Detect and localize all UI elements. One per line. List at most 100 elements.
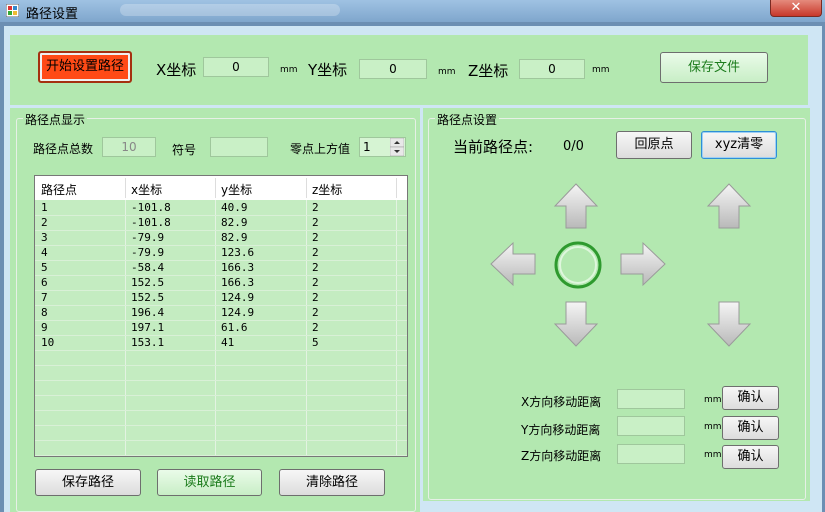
col-header-x[interactable]: x坐标 bbox=[131, 181, 162, 198]
x-coord-label: X坐标 bbox=[156, 61, 197, 79]
y-confirm-button[interactable]: 确认 bbox=[722, 416, 779, 440]
current-point-label: 当前路径点: bbox=[453, 138, 534, 156]
home-circle-icon[interactable] bbox=[553, 240, 603, 290]
table-row[interactable]: 1 -101.8 40.9 2 bbox=[35, 200, 407, 216]
x-move-unit: mm bbox=[704, 395, 722, 405]
table-cell: 82.9 bbox=[221, 216, 248, 229]
x-move-label: X方向移动距离 bbox=[521, 395, 602, 409]
table-cell: 166.3 bbox=[221, 276, 255, 289]
table-cell: 2 bbox=[312, 321, 319, 334]
table-row[interactable]: 7 152.5 124.9 2 bbox=[35, 290, 407, 306]
save-file-button[interactable]: 保存文件 bbox=[660, 52, 768, 83]
table-cell: 3 bbox=[41, 231, 48, 244]
table-cell: 40.9 bbox=[221, 201, 248, 214]
table-row[interactable] bbox=[35, 380, 407, 396]
x-confirm-button[interactable]: 确认 bbox=[722, 386, 779, 410]
table-row[interactable]: 9 197.1 61.6 2 bbox=[35, 320, 407, 336]
table-row[interactable]: 10 153.1 41 5 bbox=[35, 335, 407, 351]
title-blur bbox=[120, 4, 340, 16]
table-row[interactable] bbox=[35, 425, 407, 441]
table-row[interactable] bbox=[35, 365, 407, 381]
col-divider bbox=[306, 178, 307, 198]
path-display-title: 路径点显示 bbox=[23, 111, 88, 128]
table-cell: 4 bbox=[41, 246, 48, 259]
y-unit: mm bbox=[438, 67, 456, 77]
table-cell: 2 bbox=[41, 216, 48, 229]
arrow-left-icon[interactable] bbox=[489, 241, 537, 287]
table-row[interactable] bbox=[35, 395, 407, 411]
table-cell: 82.9 bbox=[221, 231, 248, 244]
table-cell: -79.9 bbox=[131, 246, 165, 259]
path-set-title: 路径点设置 bbox=[435, 111, 500, 128]
table-row[interactable]: 5 -58.4 166.3 2 bbox=[35, 260, 407, 276]
y-coord-field[interactable]: 0 bbox=[359, 59, 427, 79]
table-cell: 123.6 bbox=[221, 246, 255, 259]
top-panel: 开始设置路径 X坐标 0 mm Y坐标 0 mm Z坐标 0 mm 保存文件 bbox=[10, 35, 808, 105]
z-move-field[interactable] bbox=[617, 444, 685, 464]
left-panel: 路径点显示 路径点总数 10 符号 零点上方值 1 路径点 x坐标 y坐标 z坐… bbox=[10, 108, 420, 512]
table-cell: 153.1 bbox=[131, 336, 165, 349]
x-unit: mm bbox=[280, 65, 298, 75]
z-down-arrow-icon[interactable] bbox=[706, 300, 752, 348]
z-move-label: Z方向移动距离 bbox=[521, 449, 602, 463]
z-confirm-button[interactable]: 确认 bbox=[722, 445, 779, 469]
table-cell: 124.9 bbox=[221, 291, 255, 304]
z-up-arrow-icon[interactable] bbox=[706, 182, 752, 230]
table-row[interactable]: 6 152.5 166.3 2 bbox=[35, 275, 407, 291]
spinner-arrows-icon[interactable] bbox=[390, 138, 404, 156]
x-move-field[interactable] bbox=[617, 389, 685, 409]
arrow-right-icon[interactable] bbox=[619, 241, 667, 287]
read-path-button[interactable]: 读取路径 bbox=[157, 469, 262, 496]
table-row[interactable] bbox=[35, 410, 407, 426]
right-panel: 路径点设置 当前路径点: 0/0 回原点 xyz清零 X方向移动距离 mm 确认… bbox=[423, 108, 810, 501]
symbol-field[interactable] bbox=[210, 137, 268, 157]
start-set-path-button[interactable]: 开始设置路径 bbox=[38, 51, 132, 83]
col-header-point[interactable]: 路径点 bbox=[41, 181, 77, 198]
table-cell: 124.9 bbox=[221, 306, 255, 319]
table-row[interactable]: 3 -79.9 82.9 2 bbox=[35, 230, 407, 246]
table-cell: 6 bbox=[41, 276, 48, 289]
col-divider bbox=[215, 178, 216, 198]
table-cell: 8 bbox=[41, 306, 48, 319]
col-header-z[interactable]: z坐标 bbox=[312, 181, 342, 198]
table-row[interactable] bbox=[35, 350, 407, 366]
app-icon bbox=[6, 4, 19, 17]
close-button[interactable]: ✕ bbox=[770, 0, 822, 17]
table-cell: 5 bbox=[312, 336, 319, 349]
arrow-down-icon[interactable] bbox=[553, 300, 599, 348]
window-client: 开始设置路径 X坐标 0 mm Y坐标 0 mm Z坐标 0 mm 保存文件 路… bbox=[4, 26, 822, 512]
arrow-up-icon[interactable] bbox=[553, 182, 599, 230]
y-move-field[interactable] bbox=[617, 416, 685, 436]
table-cell: 152.5 bbox=[131, 291, 165, 304]
zero-above-value: 1 bbox=[363, 140, 371, 154]
table-cell: 152.5 bbox=[131, 276, 165, 289]
table-cell: 2 bbox=[312, 276, 319, 289]
total-points-label: 路径点总数 bbox=[33, 142, 94, 156]
table-cell: 2 bbox=[312, 306, 319, 319]
table-cell: 9 bbox=[41, 321, 48, 334]
y-coord-label: Y坐标 bbox=[308, 61, 348, 79]
zero-above-label: 零点上方值 bbox=[290, 142, 351, 156]
col-header-y[interactable]: y坐标 bbox=[221, 181, 252, 198]
table-cell: 2 bbox=[312, 231, 319, 244]
table-row[interactable]: 4 -79.9 123.6 2 bbox=[35, 245, 407, 261]
z-coord-field[interactable]: 0 bbox=[519, 59, 585, 79]
x-coord-field[interactable]: 0 bbox=[203, 57, 269, 77]
z-move-unit: mm bbox=[704, 450, 722, 460]
xyz-reset-button[interactable]: xyz清零 bbox=[701, 131, 777, 159]
home-button[interactable]: 回原点 bbox=[616, 131, 692, 159]
table-row[interactable]: 8 196.4 124.9 2 bbox=[35, 305, 407, 321]
table-cell: 10 bbox=[41, 336, 55, 349]
table-row[interactable]: 2 -101.8 82.9 2 bbox=[35, 215, 407, 231]
table-cell: 1 bbox=[41, 201, 48, 214]
path-table: 路径点 x坐标 y坐标 z坐标 1 -101.8 40.9 2 2 -101.8 82.9 2… bbox=[34, 175, 408, 457]
table-cell: 196.4 bbox=[131, 306, 165, 319]
table-cell: -101.8 bbox=[131, 201, 171, 214]
table-row[interactable] bbox=[35, 440, 407, 456]
save-path-button[interactable]: 保存路径 bbox=[35, 469, 141, 496]
clear-path-button[interactable]: 清除路径 bbox=[279, 469, 385, 496]
table-cell: 2 bbox=[312, 216, 319, 229]
zero-above-spinner[interactable]: 1 bbox=[359, 137, 406, 157]
table-cell: 2 bbox=[312, 246, 319, 259]
title-bar: 路径设置 ✕ bbox=[0, 0, 825, 22]
